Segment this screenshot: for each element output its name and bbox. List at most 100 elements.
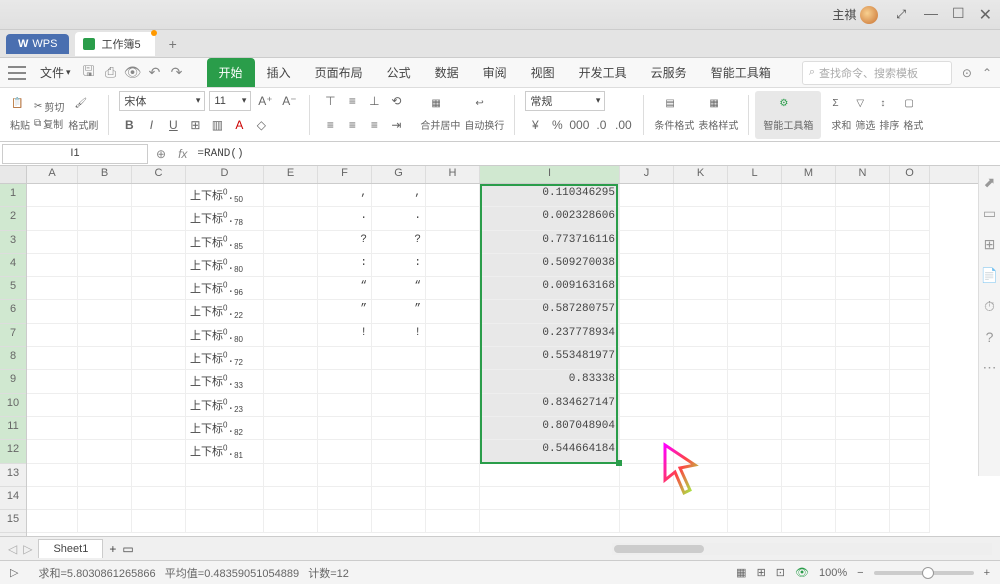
function-icon[interactable]: ⊕ bbox=[150, 147, 172, 161]
cell[interactable]: 上下标0.33 bbox=[186, 370, 264, 393]
align-bottom-icon[interactable]: ⊥ bbox=[364, 91, 384, 111]
cell[interactable]: ! bbox=[372, 324, 426, 347]
cell[interactable]: 0.509270038 bbox=[480, 254, 620, 277]
cell[interactable]: 上下标0.50 bbox=[186, 184, 264, 207]
cell[interactable]: 上下标0.23 bbox=[186, 394, 264, 417]
zoom-out-button[interactable]: − bbox=[857, 567, 863, 579]
cell[interactable]: 上下标0.96 bbox=[186, 277, 264, 300]
cell[interactable] bbox=[27, 207, 78, 230]
unpin-icon[interactable]: ⌃ bbox=[982, 66, 992, 80]
ribbon-tab-9[interactable]: 智能工具箱 bbox=[699, 58, 783, 87]
cell[interactable] bbox=[426, 300, 480, 323]
cell[interactable] bbox=[620, 394, 674, 417]
cell[interactable] bbox=[836, 394, 890, 417]
cell[interactable] bbox=[836, 370, 890, 393]
cell[interactable] bbox=[890, 487, 930, 510]
horizontal-scrollbar[interactable] bbox=[612, 543, 992, 555]
ribbon-tab-6[interactable]: 视图 bbox=[519, 58, 567, 87]
cell[interactable] bbox=[27, 324, 78, 347]
cell[interactable] bbox=[728, 487, 782, 510]
cell[interactable] bbox=[890, 440, 930, 463]
column-header[interactable]: F bbox=[318, 166, 372, 183]
cell[interactable] bbox=[318, 510, 372, 533]
close-button[interactable]: ✕ bbox=[979, 5, 992, 25]
minimize-button[interactable]: — bbox=[924, 5, 938, 25]
cell[interactable] bbox=[782, 440, 836, 463]
cell[interactable] bbox=[264, 300, 318, 323]
row-header[interactable]: 9 bbox=[0, 370, 26, 393]
cell[interactable] bbox=[836, 510, 890, 533]
cell[interactable] bbox=[782, 207, 836, 230]
cell[interactable] bbox=[836, 347, 890, 370]
ribbon-tab-3[interactable]: 公式 bbox=[375, 58, 423, 87]
cell[interactable] bbox=[372, 440, 426, 463]
user-account[interactable]: 主祺 bbox=[832, 6, 878, 24]
cell[interactable] bbox=[426, 207, 480, 230]
font-name-select[interactable]: 宋体 ▾ bbox=[119, 91, 205, 111]
cell[interactable] bbox=[132, 184, 186, 207]
row-header[interactable]: 14 bbox=[0, 487, 26, 510]
cell[interactable] bbox=[78, 300, 132, 323]
cell[interactable] bbox=[186, 510, 264, 533]
decrease-decimal-icon[interactable]: .0 bbox=[591, 115, 611, 135]
cell[interactable] bbox=[372, 347, 426, 370]
cell[interactable] bbox=[426, 277, 480, 300]
cell[interactable] bbox=[890, 394, 930, 417]
cell[interactable] bbox=[728, 370, 782, 393]
column-header[interactable]: N bbox=[836, 166, 890, 183]
name-box[interactable]: I1 bbox=[2, 144, 148, 164]
row-header[interactable]: 13 bbox=[0, 464, 26, 487]
sum-button[interactable]: Σ求和 bbox=[831, 98, 851, 132]
cell[interactable] bbox=[27, 254, 78, 277]
cell[interactable] bbox=[836, 254, 890, 277]
cell[interactable] bbox=[78, 464, 132, 487]
cell[interactable] bbox=[620, 300, 674, 323]
cell[interactable] bbox=[264, 184, 318, 207]
cell[interactable] bbox=[836, 417, 890, 440]
cell[interactable] bbox=[132, 300, 186, 323]
cell[interactable]: 0.834627147 bbox=[480, 394, 620, 417]
cell[interactable]: 0.553481977 bbox=[480, 347, 620, 370]
cell[interactable] bbox=[782, 254, 836, 277]
cell[interactable] bbox=[674, 464, 728, 487]
column-header[interactable]: H bbox=[426, 166, 480, 183]
file-menu[interactable]: 文件 ▾ bbox=[34, 61, 77, 84]
view-normal-icon[interactable]: ▦ bbox=[736, 566, 746, 579]
scroll-left-icon[interactable]: ◁ bbox=[8, 542, 17, 556]
undo-icon[interactable]: ↶ bbox=[145, 63, 165, 83]
row-header[interactable]: 3 bbox=[0, 231, 26, 254]
cell[interactable]: “ bbox=[318, 277, 372, 300]
cell[interactable] bbox=[836, 184, 890, 207]
copy-button[interactable]: ⧉ 复制 bbox=[34, 116, 64, 131]
merge-center-button[interactable]: ▦合并居中 bbox=[420, 98, 460, 132]
cell[interactable] bbox=[132, 207, 186, 230]
conditional-format-button[interactable]: ▤条件格式 bbox=[654, 98, 694, 132]
cell[interactable] bbox=[728, 440, 782, 463]
cell[interactable]: ! bbox=[318, 324, 372, 347]
cell[interactable] bbox=[890, 370, 930, 393]
cell[interactable] bbox=[264, 370, 318, 393]
zoom-in-button[interactable]: + bbox=[984, 567, 990, 579]
cell[interactable] bbox=[78, 510, 132, 533]
decrease-font-icon[interactable]: A⁻ bbox=[279, 91, 299, 111]
column-header[interactable]: G bbox=[372, 166, 426, 183]
italic-button[interactable]: I bbox=[141, 115, 161, 135]
app-menu-icon[interactable] bbox=[8, 66, 26, 80]
orientation-icon[interactable]: ⟲ bbox=[386, 91, 406, 111]
cell[interactable] bbox=[674, 510, 728, 533]
scroll-right-icon[interactable]: ▷ bbox=[23, 542, 32, 556]
cell[interactable] bbox=[674, 487, 728, 510]
cell[interactable] bbox=[674, 324, 728, 347]
save-icon[interactable]: 🖫 bbox=[79, 63, 99, 83]
cell[interactable] bbox=[836, 324, 890, 347]
cell[interactable] bbox=[264, 394, 318, 417]
cell[interactable]: , bbox=[318, 184, 372, 207]
cell[interactable] bbox=[890, 207, 930, 230]
cell[interactable] bbox=[620, 417, 674, 440]
cell[interactable] bbox=[132, 324, 186, 347]
cell[interactable]: . bbox=[372, 207, 426, 230]
cell[interactable] bbox=[890, 254, 930, 277]
cell[interactable] bbox=[78, 207, 132, 230]
cell[interactable] bbox=[27, 347, 78, 370]
cell[interactable] bbox=[78, 324, 132, 347]
